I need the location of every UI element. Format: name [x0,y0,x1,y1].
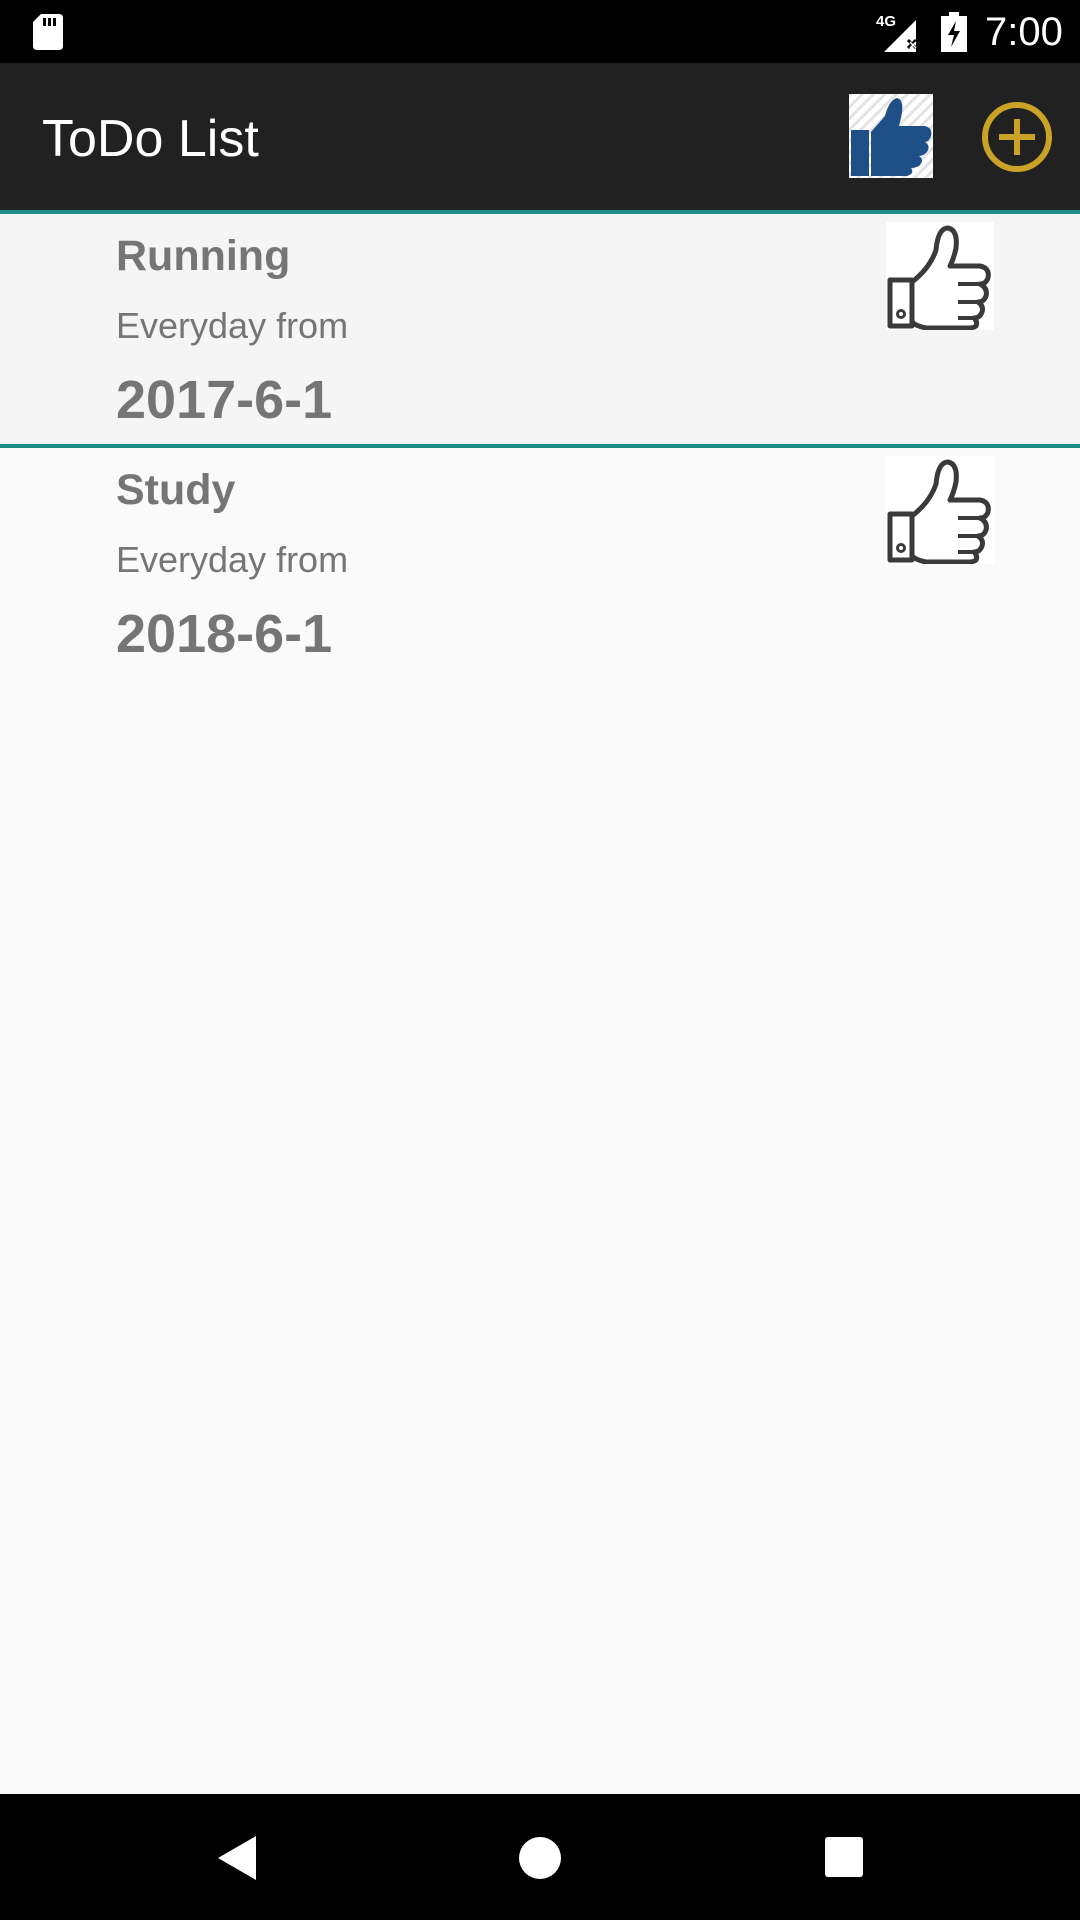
recents-icon[interactable] [824,1836,864,1878]
todo-frequency: Everyday from [116,305,349,346]
todo-date: 2017-6-1 [116,370,333,430]
status-clock: 7:00 [985,10,1063,54]
thumbs-up-outline-icon [887,459,991,565]
app-title: ToDo List [42,110,259,168]
navigation-bar [0,1794,1080,1920]
thumbs-up-action-button[interactable] [849,94,933,178]
todo-frequency: Everyday from [116,539,349,580]
add-todo-button[interactable] [980,100,1054,174]
network-type-label: 4G [876,13,896,30]
status-bar: 4G 7:00 [0,0,1080,63]
todo-item-running[interactable]: Running Everyday from 2017-6-1 [0,210,1080,444]
battery-charging-icon [941,12,967,52]
todo-list: Running Everyday from 2017-6-1 Study Eve… [0,210,1080,678]
thumbs-up-icon [849,94,933,178]
like-todo-button[interactable] [886,222,994,331]
app-bar: ToDo List [0,63,1080,210]
thumbs-up-outline-icon [887,225,991,331]
todo-name: Study [116,466,236,514]
add-circle-icon [982,102,1052,172]
todo-name: Running [116,232,291,280]
like-todo-button[interactable] [886,456,994,565]
home-icon[interactable] [518,1836,562,1880]
back-icon[interactable] [214,1834,258,1882]
todo-item-study[interactable]: Study Everyday from 2018-6-1 [0,444,1080,678]
sd-card-icon [33,14,63,50]
todo-date: 2018-6-1 [116,604,333,664]
signal-icon: 4G [876,13,918,52]
